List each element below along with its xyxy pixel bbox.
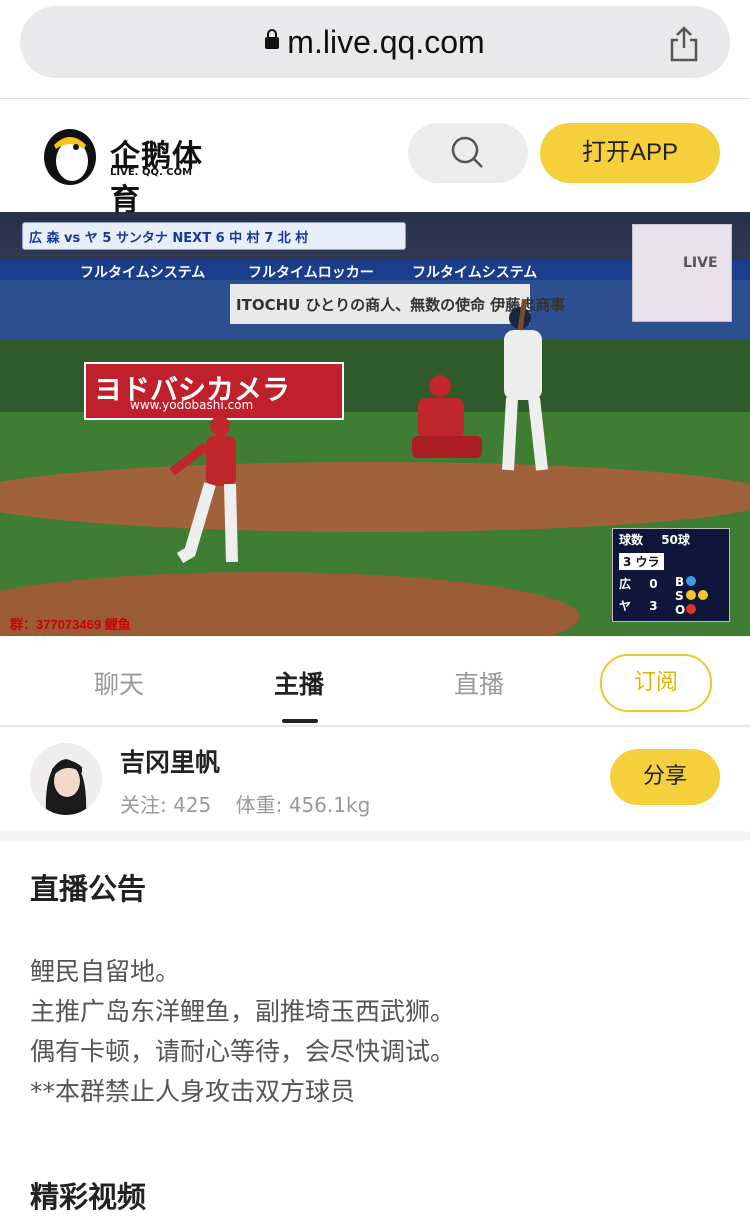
notice-line: 主推广岛东洋鲤鱼，副推埼玉西武狮。 bbox=[30, 997, 456, 1026]
pitch-count-label: 球数 bbox=[619, 533, 644, 547]
ad-banner-text: フルタイムロッカー bbox=[248, 265, 374, 281]
infield-dirt bbox=[0, 462, 750, 532]
live-logo-text: LIVE bbox=[683, 255, 718, 271]
itochu-ad: ITOCHU ひとりの商人、無数の使命 伊藤忠商事 bbox=[230, 284, 565, 324]
lineup-text: 広 森 vs ヤ 5 サンタナ NEXT 6 中 村 7 北 村 bbox=[29, 231, 309, 246]
pitcher-figure bbox=[170, 416, 238, 564]
scoreboard-top: 広 森 vs ヤ 5 サンタナ NEXT 6 中 村 7 北 村 bbox=[22, 222, 406, 250]
tab-chat[interactable]: 聊天 bbox=[94, 665, 144, 701]
team1-score: 0 bbox=[649, 577, 658, 591]
team2-score-row: ヤ 3 bbox=[619, 597, 658, 614]
strikes-label: S bbox=[675, 589, 684, 603]
pitch-count-row: 球数 50球 bbox=[619, 531, 690, 548]
section-divider bbox=[0, 831, 750, 841]
ad-banner-text: フルタイムシステム bbox=[80, 265, 206, 281]
share-icon[interactable] bbox=[664, 24, 704, 64]
anchor-info: 吉冈里帆 关注: 425 体重: 456.1kg 分享 bbox=[0, 727, 750, 831]
team1-score-row: 広 0 bbox=[619, 575, 658, 592]
inning-indicator: 3 ウラ bbox=[619, 553, 664, 570]
subscribe-button[interactable]: 订阅 bbox=[600, 654, 712, 712]
address-bar[interactable]: m.live.qq.com bbox=[20, 6, 730, 78]
search-icon bbox=[451, 136, 483, 168]
active-tab-indicator bbox=[282, 719, 318, 723]
avatar[interactable] bbox=[30, 743, 102, 815]
pitch-count-value: 50球 bbox=[661, 533, 690, 547]
count-lights bbox=[686, 576, 708, 614]
yodobashi-url: www.yodobashi.com bbox=[130, 398, 254, 412]
notice-line: **本群禁止人身攻击双方球员 bbox=[30, 1077, 356, 1106]
url-text[interactable]: m.live.qq.com bbox=[20, 24, 730, 61]
lock-icon bbox=[265, 28, 280, 49]
group-watermark: 群：377073469 鲤鱼 bbox=[10, 617, 131, 632]
outs-label: O bbox=[675, 603, 686, 617]
count-labels: B S O bbox=[675, 575, 685, 617]
browser-address-bar-area: m.live.qq.com bbox=[0, 0, 750, 99]
highlights-section-title: 精彩视频 bbox=[30, 1180, 147, 1214]
team2-score: 3 bbox=[649, 599, 658, 613]
score-box: 球数 50球 3 ウラ 広 0 ヤ 3 B S O bbox=[612, 528, 730, 622]
weight-value: 体重: 456.1kg bbox=[235, 793, 371, 817]
site-logo[interactable]: 企鹅体育 LIVE. QQ. COM bbox=[40, 125, 230, 218]
batter-figure bbox=[502, 300, 548, 471]
open-app-button[interactable]: 打开APP bbox=[540, 123, 720, 183]
anchor-name: 吉冈里帆 bbox=[120, 748, 221, 777]
notice-line: 偶有卡顿，请耐心等待，会尽快调试。 bbox=[30, 1037, 456, 1066]
search-button[interactable] bbox=[408, 123, 528, 183]
penguin-logo-icon bbox=[44, 129, 96, 185]
team2-label: ヤ bbox=[619, 599, 632, 613]
follow-count: 关注: 425 bbox=[120, 793, 212, 817]
tab-anchor[interactable]: 主播 bbox=[274, 665, 324, 701]
tab-bar: 聊天 主播 直播 订阅 bbox=[0, 637, 750, 727]
team1-label: 広 bbox=[619, 577, 632, 591]
live-broadcast-logo: LIVE bbox=[632, 224, 732, 322]
avatar-image bbox=[30, 743, 102, 815]
tab-live[interactable]: 直播 bbox=[454, 665, 504, 701]
catcher-figure bbox=[412, 375, 482, 458]
notice-title: 直播公告 bbox=[30, 872, 147, 906]
live-video-player[interactable]: フルタイムシステム フルタイムロッカー フルタイムシステム ITOCHU ひとり… bbox=[0, 212, 750, 636]
share-button[interactable]: 分享 bbox=[610, 749, 720, 805]
logo-subtitle: LIVE. QQ. COM bbox=[110, 167, 193, 178]
anchor-stats: 关注: 425 体重: 456.1kg bbox=[120, 789, 370, 818]
ad-banner-text: フルタイムシステム bbox=[412, 265, 538, 281]
balls-label: B bbox=[675, 575, 685, 589]
notice-body: 鲤民自留地。 主推广岛东洋鲤鱼，副推埼玉西武狮。 偶有卡顿，请耐心等待，会尽快调… bbox=[30, 952, 455, 1112]
notice-line: 鲤民自留地。 bbox=[30, 957, 181, 986]
site-header: 企鹅体育 LIVE. QQ. COM 打开APP bbox=[0, 99, 750, 218]
url-value: m.live.qq.com bbox=[287, 24, 485, 60]
